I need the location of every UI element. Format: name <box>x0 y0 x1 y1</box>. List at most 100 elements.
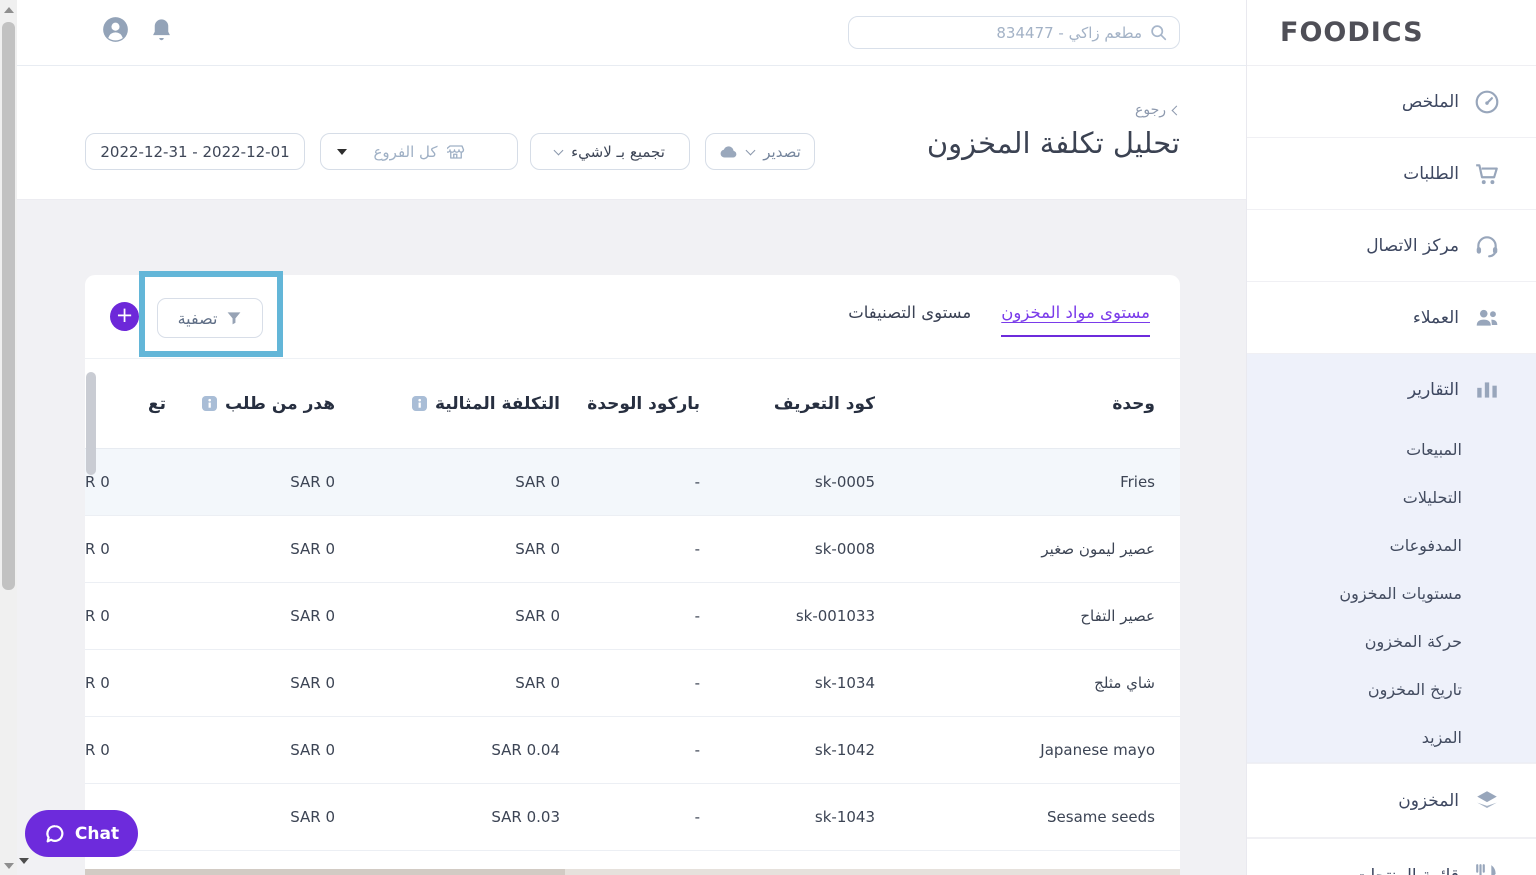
export-button[interactable]: تصدير <box>705 133 815 170</box>
scroll-corner-arrow[interactable] <box>19 858 29 864</box>
info-icon[interactable] <box>411 396 427 411</box>
cell-sku: sk-1034 <box>814 674 875 692</box>
branches-filter-dropdown[interactable]: كل الفروع <box>320 133 518 170</box>
cell-ideal-cost: SAR 0 <box>515 540 560 558</box>
tabs-row: مستوى مواد المخزون مستوى التصنيفات + تصف… <box>85 275 1180 359</box>
main-content: مستوى مواد المخزون مستوى التصنيفات + تصف… <box>17 200 1246 875</box>
col-header-unit: وحدة <box>1112 393 1155 414</box>
cell-sku: sk-1043 <box>814 808 875 826</box>
chevron-left-icon <box>1171 105 1182 115</box>
back-link[interactable]: رجوع <box>1134 102 1182 118</box>
cell-order-waste: SAR 0 <box>290 473 335 491</box>
cell-ideal-cost: SAR 0 <box>515 473 560 491</box>
cell-unit: Japanese mayo <box>1040 741 1155 759</box>
report-tabs: مستوى مواد المخزون مستوى التصنيفات <box>848 303 1150 337</box>
cell-sku: sk-001033 <box>795 607 875 625</box>
sidebar-item-label: الملخص <box>1401 91 1459 112</box>
table-row: Fries sk-0005 - SAR 0 SAR 0 R 0 <box>85 449 1180 516</box>
cell-unit: شاي مثلج <box>1094 674 1155 692</box>
sidebar-subitem-inventory-movement[interactable]: حركة المخزون <box>1247 618 1536 666</box>
sidebar-item-label: قائمة المنتجات <box>1354 866 1459 875</box>
col-header-truncated: تع <box>148 393 166 414</box>
cell-barcode: - <box>694 607 700 625</box>
cell-sku: sk-1042 <box>814 741 875 759</box>
chat-bubble-icon <box>46 824 64 842</box>
reports-icon <box>1477 382 1497 398</box>
sidebar-item-summary[interactable]: الملخص <box>1247 66 1536 138</box>
topbar: مطعم زاكي - 834477 <box>17 0 1246 66</box>
sidebar-item-call-center[interactable]: مركز الاتصال <box>1247 210 1536 282</box>
chat-label: Chat <box>74 823 120 844</box>
cell-sku: sk-0005 <box>814 473 875 491</box>
inventory-layers-icon <box>1477 790 1497 808</box>
cell-truncated: R 0 <box>85 473 110 491</box>
cell-ideal-cost: SAR 0.03 <box>491 808 560 826</box>
sidebar: FOODICS الملخص الطلبات مركز الاتصال العم… <box>1246 0 1536 875</box>
customers-icon <box>1476 309 1498 326</box>
user-avatar-icon[interactable] <box>102 16 129 43</box>
cell-ideal-cost: SAR 0 <box>515 607 560 625</box>
cart-icon <box>1476 163 1498 184</box>
filter-button[interactable]: تصفية <box>157 298 263 338</box>
notification-bell-icon[interactable] <box>148 16 175 43</box>
dropdown-arrow-icon <box>337 149 347 155</box>
back-label: رجوع <box>1134 102 1166 118</box>
sidebar-item-label: مركز الاتصال <box>1366 235 1459 256</box>
sidebar-subitem-inventory-levels[interactable]: مستويات المخزون <box>1247 570 1536 618</box>
sidebar-item-orders[interactable]: الطلبات <box>1247 138 1536 210</box>
table-scrollbar-thumb[interactable] <box>86 372 96 475</box>
foodics-logo: FOODICS <box>1247 0 1536 66</box>
search-placeholder: مطعم زاكي - 834477 <box>996 23 1142 42</box>
col-header-ideal-cost: التكلفة المثالية <box>335 394 560 414</box>
report-card: مستوى مواد المخزون مستوى التصنيفات + تصف… <box>85 275 1180 875</box>
chat-button[interactable]: Chat <box>25 810 138 857</box>
tab-categories-level[interactable]: مستوى التصنيفات <box>848 303 971 337</box>
sidebar-item-inventory[interactable]: المخزون <box>1247 763 1536 838</box>
sidebar-subitem-payments[interactable]: المدفوعات <box>1247 522 1536 570</box>
page-scrollbar[interactable] <box>0 0 17 875</box>
sidebar-item-label: التقارير <box>1407 380 1459 400</box>
horizontal-scrollbar-thumb[interactable] <box>85 869 565 875</box>
sidebar-subitem-sales[interactable]: المبيعات <box>1247 426 1536 474</box>
sidebar-item-products[interactable]: قائمة المنتجات <box>1247 838 1536 875</box>
global-search-input[interactable]: مطعم زاكي - 834477 <box>848 16 1180 49</box>
scrollbar-thumb[interactable] <box>2 22 15 590</box>
info-icon[interactable] <box>201 396 217 411</box>
date-range-picker[interactable]: 2022-12-31 - 2022-12-01 <box>85 133 305 170</box>
cell-order-waste: SAR 0 <box>290 741 335 759</box>
cell-order-waste: SAR 0 <box>290 674 335 692</box>
date-range-value: 2022-12-31 - 2022-12-01 <box>100 142 290 161</box>
cell-order-waste: SAR 0 <box>290 808 335 826</box>
cell-truncated: R 0 <box>85 674 110 692</box>
cell-unit: Fries <box>1120 473 1155 491</box>
cell-ideal-cost: SAR 0 <box>515 674 560 692</box>
app-window: FOODICS الملخص الطلبات مركز الاتصال العم… <box>0 0 1536 875</box>
cell-truncated: R 0 <box>85 540 110 558</box>
tab-inventory-items-level[interactable]: مستوى مواد المخزون <box>1001 303 1150 337</box>
sidebar-item-label: المخزون <box>1398 790 1459 811</box>
sidebar-item-reports[interactable]: التقارير <box>1247 354 1536 426</box>
cell-barcode: - <box>694 741 700 759</box>
chevron-down-icon <box>553 145 564 155</box>
cell-sku: sk-0008 <box>814 540 875 558</box>
sidebar-item-customers[interactable]: العملاء <box>1247 282 1536 354</box>
horizontal-scrollbar[interactable] <box>85 869 1180 875</box>
scroll-up-arrow[interactable] <box>4 7 14 13</box>
cutlery-icon <box>1476 863 1496 875</box>
group-by-dropdown[interactable]: تجميع بـ لاشيء <box>530 133 690 170</box>
cell-unit: عصير التفاح <box>1080 607 1155 625</box>
sidebar-subitem-more[interactable]: المزيد <box>1247 714 1536 762</box>
sidebar-subitem-analytics[interactable]: التحليلات <box>1247 474 1536 522</box>
search-icon <box>1151 25 1167 41</box>
table-row: Japanese mayo sk-1042 - SAR 0.04 SAR 0 R… <box>85 717 1180 784</box>
add-filter-button[interactable]: + <box>110 302 139 331</box>
chevron-down-icon <box>745 145 756 155</box>
scroll-down-arrow[interactable] <box>4 863 14 869</box>
export-label: تصدير <box>763 142 801 161</box>
dashboard-icon <box>1475 90 1499 113</box>
col-header-barcode: باركود الوحدة <box>587 393 700 414</box>
sidebar-subitem-inventory-history[interactable]: تاريخ المخزون <box>1247 666 1536 714</box>
branches-label: كل الفروع <box>373 142 438 161</box>
headset-icon <box>1476 235 1498 257</box>
storefront-icon <box>446 144 464 159</box>
